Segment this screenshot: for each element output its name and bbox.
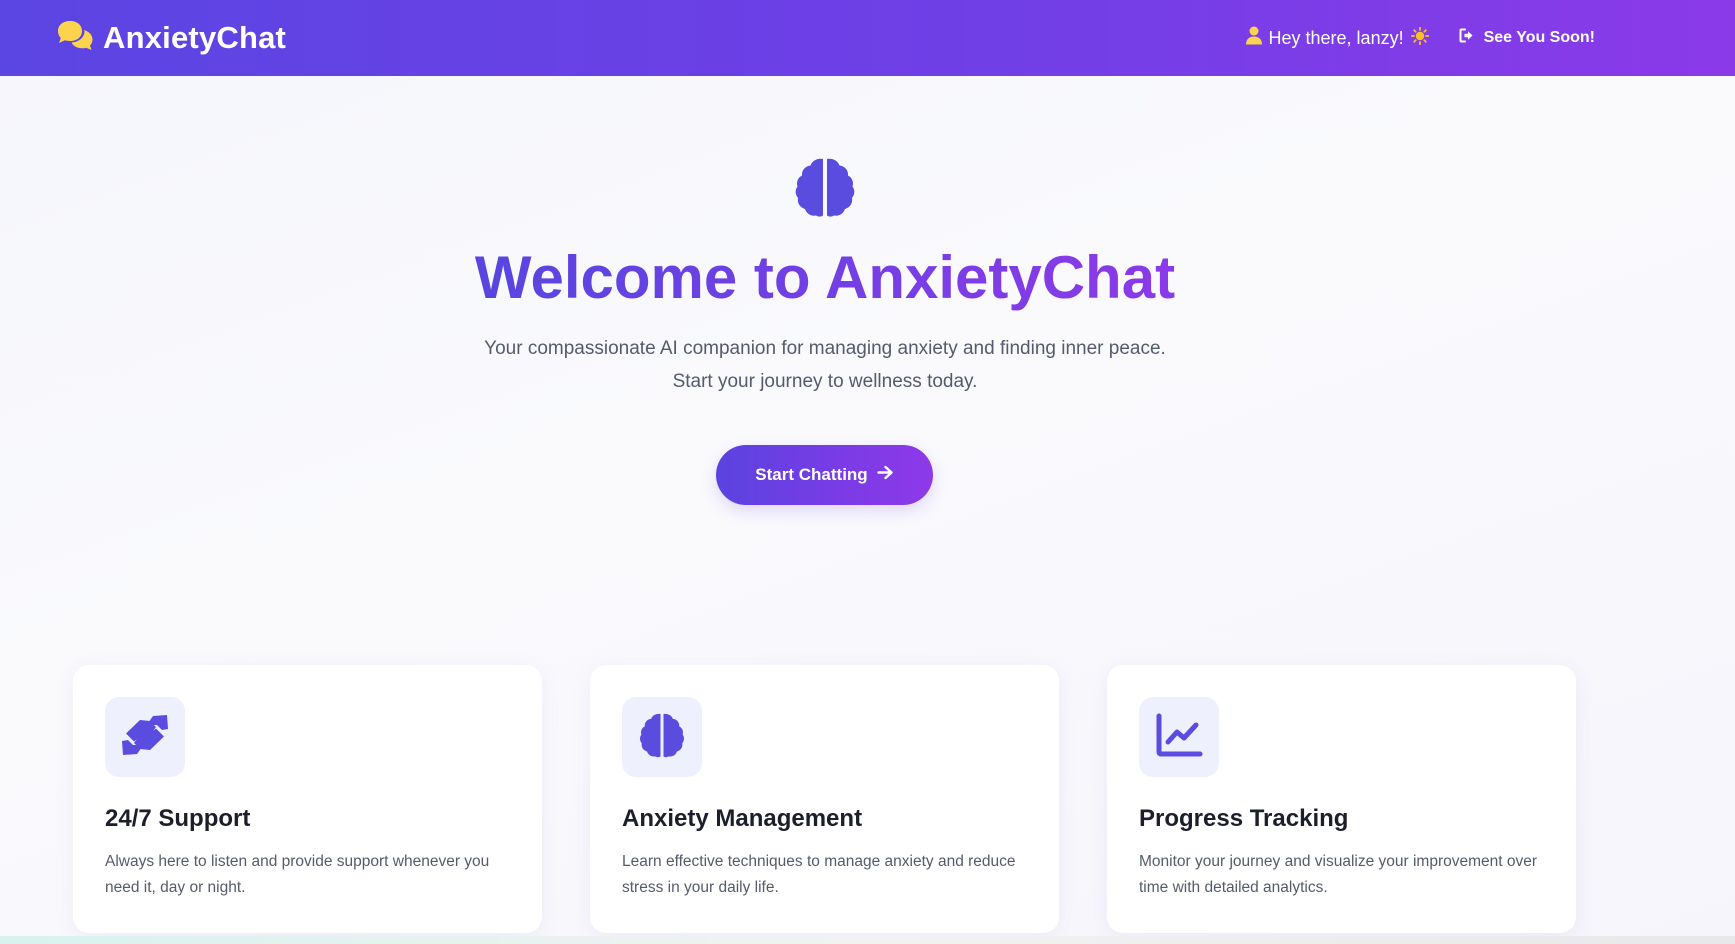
hero-subtitle: Your compassionate AI companion for mana… xyxy=(484,338,1166,392)
logout-button[interactable]: See You Soon! xyxy=(1459,28,1595,48)
page-bottom-edge xyxy=(0,936,1735,944)
start-chatting-button[interactable]: Start Chatting xyxy=(716,445,933,505)
user-greeting: Hey there, lanzy! xyxy=(1245,26,1429,50)
brain-icon xyxy=(793,155,857,224)
start-chatting-label: Start Chatting xyxy=(755,465,868,484)
feature-description: Always here to listen and provide suppor… xyxy=(105,853,490,896)
nav-right: Hey there, lanzy! See You Soon! xyxy=(1245,0,1595,76)
comments-icon xyxy=(55,19,95,58)
sign-out-icon xyxy=(1459,28,1476,48)
feature-icon-box xyxy=(105,697,185,777)
feature-icon-box xyxy=(622,697,702,777)
chart-line-icon xyxy=(1155,713,1203,762)
feature-card-progress-tracking: Progress Tracking Monitor your journey a… xyxy=(1107,665,1576,933)
feature-icon-box xyxy=(1139,697,1219,777)
greeting-text: Hey there, lanzy! xyxy=(1268,27,1404,48)
feature-description: Monitor your journey and visualize your … xyxy=(1139,853,1538,896)
brand-name: AnxietyChat xyxy=(103,20,287,55)
navbar: AnxietyChat Hey there, lanzy! See You So… xyxy=(0,0,1735,76)
arrow-right-icon xyxy=(876,465,894,485)
brain-icon xyxy=(638,711,686,764)
feature-card-support: 24/7 Support Always here to listen and p… xyxy=(73,665,542,933)
hero-title: Welcome to AnxietyChat xyxy=(0,242,1650,314)
handshake-icon xyxy=(120,712,170,763)
brand-logo-link[interactable]: AnxietyChat xyxy=(55,0,286,76)
feature-title: 24/7 Support xyxy=(105,805,251,832)
logout-label: See You Soon! xyxy=(1483,29,1595,46)
feature-title: Anxiety Management xyxy=(622,805,863,832)
feature-card-anxiety-management: Anxiety Management Learn effective techn… xyxy=(590,665,1059,933)
feature-title: Progress Tracking xyxy=(1139,805,1349,832)
user-icon xyxy=(1245,26,1262,50)
feature-description: Learn effective techniques to manage anx… xyxy=(622,853,1016,896)
sun-icon xyxy=(1410,26,1429,50)
